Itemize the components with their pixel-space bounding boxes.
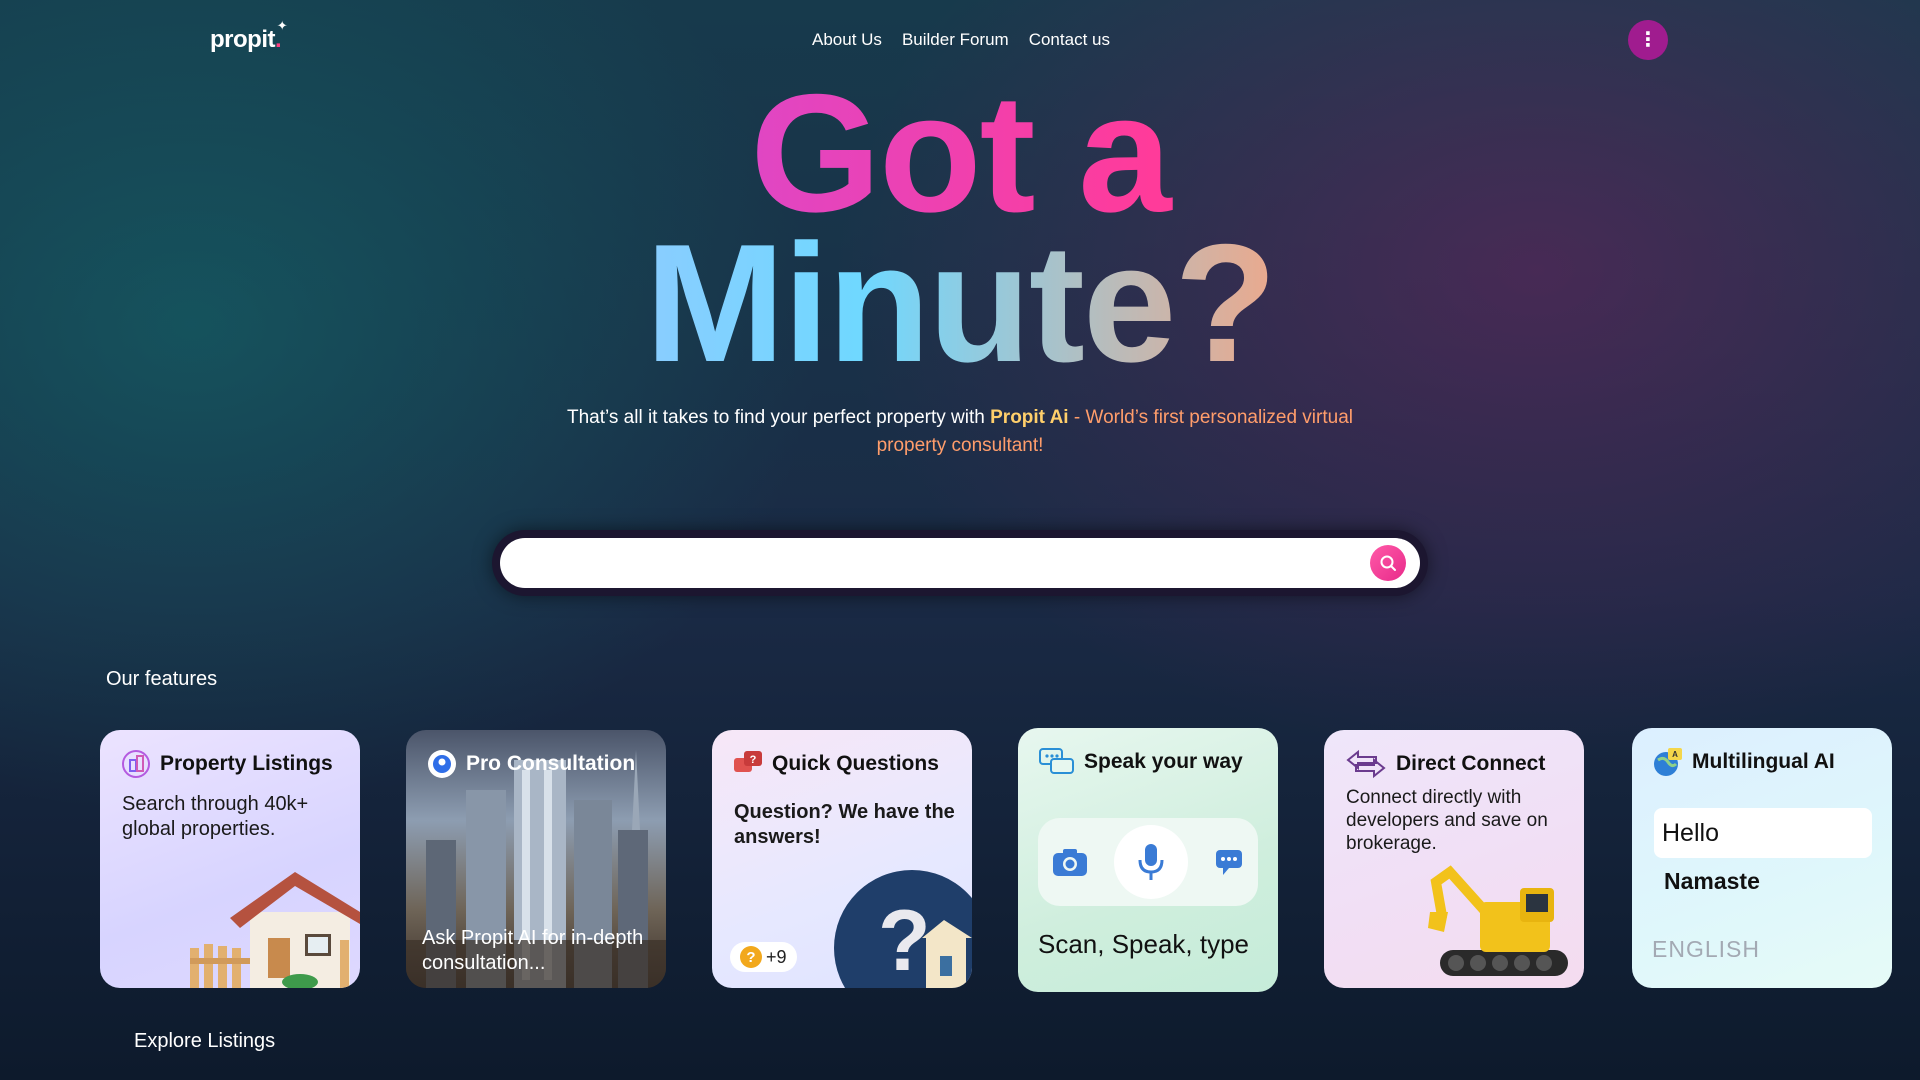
card-header: Pro Consultation — [426, 748, 635, 780]
globe-translate-icon: A — [1654, 748, 1682, 776]
hero-line-1: Got a — [0, 69, 1920, 237]
kebab-menu-icon: ⋮ — [1638, 29, 1658, 51]
card-title: Property Listings — [160, 752, 333, 775]
greeting-field: Hello — [1654, 808, 1872, 858]
card-header: A Multilingual AI — [1652, 746, 1835, 778]
sparkle-icon: ✦ — [276, 18, 288, 33]
question-icon: ? — [740, 946, 762, 968]
nav-about-us[interactable]: About Us — [812, 30, 882, 50]
question-chat-icon: ? — [734, 751, 762, 772]
svg-text:A: A — [1672, 750, 1678, 759]
card-header: ? Quick Questions — [732, 748, 939, 780]
excavator-illustration — [1428, 865, 1568, 976]
card-header: Speak your way — [1038, 746, 1243, 778]
card-header: Property Listings — [120, 748, 333, 780]
search-button[interactable] — [1370, 545, 1406, 581]
hero-subtitle: That’s all it takes to find your perfect… — [560, 404, 1360, 460]
consultant-icon — [428, 750, 456, 778]
svg-text:?: ? — [750, 754, 757, 766]
feature-card-multilingual-ai[interactable]: A Multilingual AI Hello Namaste ENGLISH — [1632, 728, 1892, 988]
chat-bubbles-icon — [1039, 748, 1074, 774]
search-icon — [1380, 555, 1396, 571]
input-modes-bar — [1038, 818, 1258, 906]
features-title: Our features — [106, 668, 218, 690]
card-title: Multilingual AI — [1692, 750, 1835, 773]
search-box — [500, 538, 1420, 590]
card-desc: Search through 40k+ global properties. — [122, 793, 309, 840]
hero: Got a Minute? — [0, 69, 1920, 387]
card-header: Direct Connect — [1344, 748, 1545, 780]
microphone-icon — [1138, 844, 1164, 880]
brand-name: Propit Ai — [990, 407, 1069, 428]
card-title: Quick Questions — [772, 752, 939, 775]
logo[interactable]: propit. ✦ — [210, 18, 288, 54]
top-nav: About Us Builder Forum Contact us — [812, 30, 1110, 50]
feature-card-property-listings[interactable]: Property Listings Search through 40k+ gl… — [100, 730, 360, 988]
explore-listings-title: Explore Listings — [134, 1030, 276, 1052]
nav-builder-forum[interactable]: Builder Forum — [902, 30, 1009, 50]
hero-line-2: Minute? — [0, 219, 1920, 387]
card-desc: Ask Propit AI for in-depth consultation.… — [422, 927, 644, 974]
svg-text:?: ? — [878, 893, 931, 988]
badge-count: +9 — [766, 946, 787, 967]
feature-card-pro-consultation[interactable]: Pro Consultation Ask Propit AI for in-de… — [406, 730, 666, 988]
card-title: Pro Consultation — [466, 752, 636, 775]
card-title: Direct Connect — [1396, 752, 1546, 775]
card-desc: Connect directly with developers and sav… — [1346, 787, 1548, 854]
question-house-illustration: ? — [834, 870, 972, 988]
subtitle-text: That’s all it takes to find your perfect… — [567, 407, 985, 428]
microphone-button[interactable] — [1113, 825, 1188, 899]
logo-text: propit — [210, 26, 275, 53]
feature-card-direct-connect[interactable]: Direct Connect Connect directly with dev… — [1324, 730, 1584, 988]
translation-text: Namaste — [1664, 868, 1760, 894]
card-desc: Question? We have the answers! — [734, 801, 955, 848]
chat-icon[interactable] — [1213, 847, 1245, 877]
language-label: ENGLISH — [1652, 936, 1760, 962]
answers-badge: ? +9 — [730, 942, 797, 972]
card-title: Speak your way — [1084, 750, 1243, 773]
arrows-connect-icon — [1346, 749, 1386, 779]
card-desc: Scan, Speak, type — [1038, 929, 1250, 959]
building-icon — [122, 750, 150, 778]
menu-button[interactable]: ⋮ — [1628, 20, 1668, 60]
feature-card-speak-your-way[interactable]: Speak your way Scan, Speak, type — [1018, 728, 1278, 992]
camera-icon[interactable] — [1051, 846, 1089, 878]
house-illustration — [190, 872, 360, 988]
search-container — [492, 530, 1428, 596]
nav-contact-us[interactable]: Contact us — [1029, 30, 1110, 50]
search-input[interactable] — [522, 538, 1346, 590]
feature-card-quick-questions[interactable]: ? Quick Questions Question? We have the … — [712, 730, 972, 988]
